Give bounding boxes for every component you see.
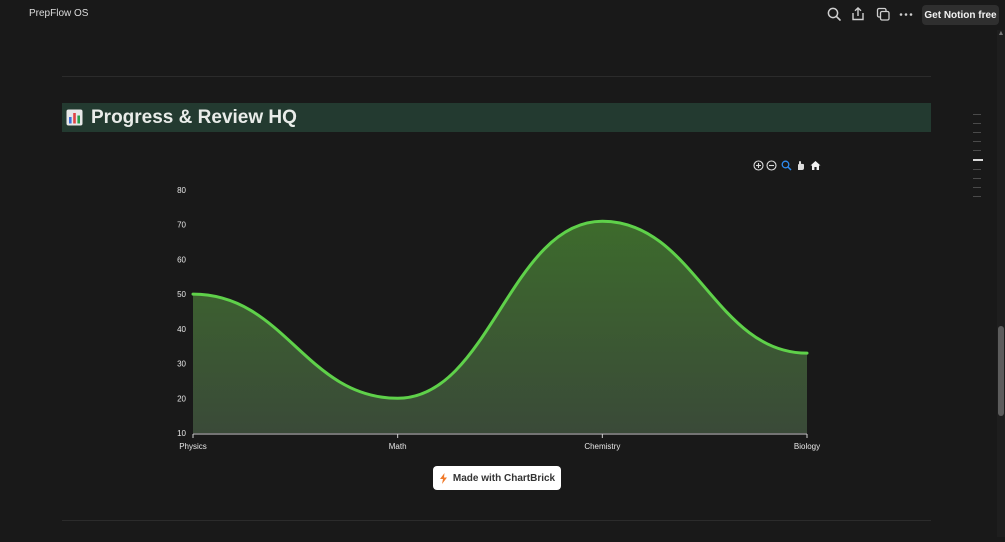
series-area: [193, 221, 807, 433]
toc-line-active[interactable]: [973, 159, 983, 161]
x-tick-label: Physics: [179, 442, 207, 451]
toc-line[interactable]: [973, 196, 981, 197]
toc-line[interactable]: [973, 132, 981, 133]
badge-label: Made with ChartBrick: [452, 472, 556, 484]
y-tick-label: 50: [177, 290, 186, 299]
y-tick-label: 20: [177, 394, 186, 403]
lightning-icon: [439, 472, 447, 484]
y-tick-label: 60: [177, 255, 186, 264]
toc-line[interactable]: [973, 187, 981, 188]
divider-bottom: [62, 520, 931, 521]
toc-line[interactable]: [973, 141, 981, 142]
scroll-up-arrow-icon[interactable]: ▲: [997, 30, 1005, 38]
scrollbar-thumb[interactable]: [998, 326, 1004, 416]
x-tick-label: Math: [389, 442, 407, 451]
y-tick-label: 70: [177, 221, 186, 230]
scrollbar-track[interactable]: [997, 30, 1005, 537]
toc-line[interactable]: [973, 178, 981, 179]
table-of-contents-rail[interactable]: [973, 114, 983, 205]
chart-container: 10 20 30 40 50 60 70 80 Physics Math Chemistry Biol…: [0, 0, 1005, 537]
toc-line[interactable]: [973, 123, 981, 124]
y-tick-label: 40: [177, 325, 186, 334]
toc-line[interactable]: [973, 150, 981, 151]
x-tick-label: Biology: [794, 442, 820, 451]
y-tick-label: 80: [177, 186, 186, 195]
toc-line[interactable]: [973, 169, 981, 170]
made-with-chartbrick-badge[interactable]: Made with ChartBrick: [433, 466, 561, 490]
area-chart[interactable]: 10 20 30 40 50 60 70 80 Physics Math Chemistry Biol…: [0, 0, 1005, 537]
y-tick-label: 30: [177, 360, 186, 369]
toc-line[interactable]: [973, 114, 981, 115]
x-tick-label: Chemistry: [584, 442, 620, 451]
y-tick-label: 10: [177, 429, 186, 438]
